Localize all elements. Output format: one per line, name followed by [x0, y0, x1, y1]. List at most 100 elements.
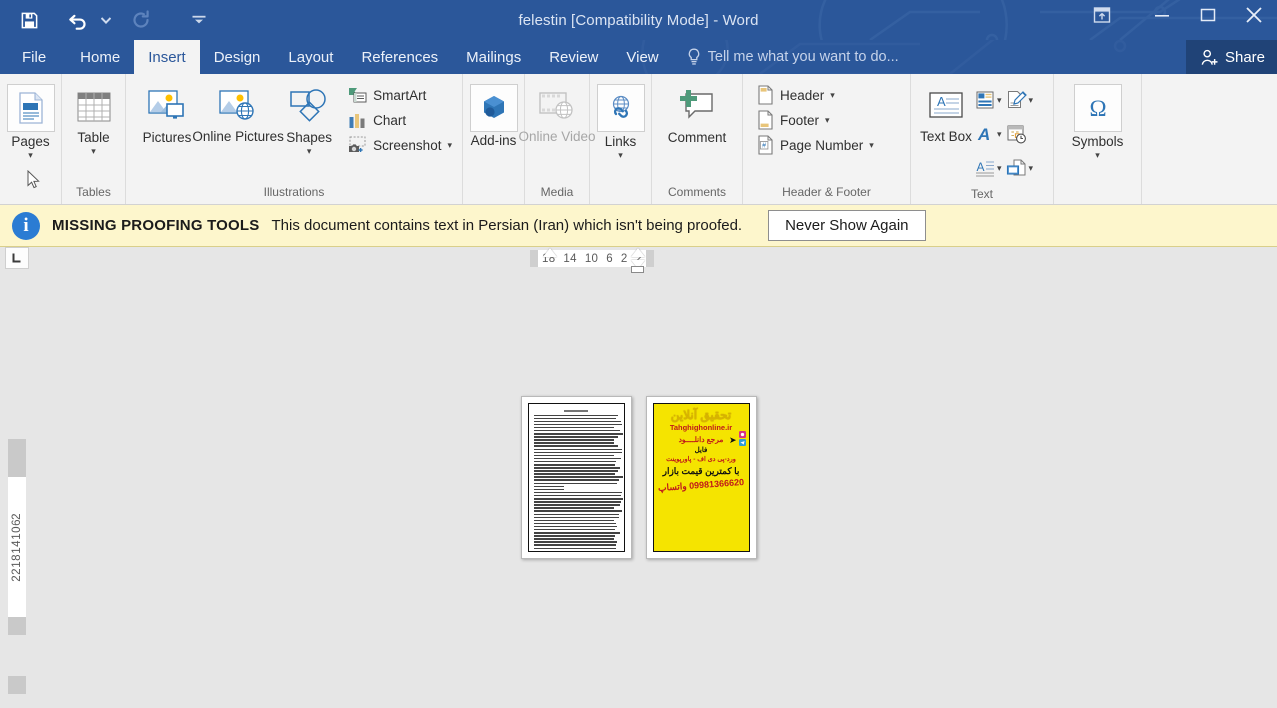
persian-text-block	[529, 404, 624, 552]
drop-cap-caret-icon[interactable]: ▾	[997, 163, 1002, 174]
pages-label: Pages	[11, 134, 49, 149]
object-caret-icon[interactable]: ▾	[1029, 163, 1034, 174]
online-video-button[interactable]: Online Video	[526, 80, 588, 144]
screenshot-button[interactable]: Screenshot ▾	[344, 133, 456, 157]
instagram-icon	[739, 431, 746, 438]
close-button[interactable]	[1231, 0, 1277, 30]
pages-button[interactable]: Pages ▾	[6, 80, 55, 160]
chevron-down-icon	[101, 17, 111, 24]
maximize-icon	[1200, 8, 1216, 22]
share-button[interactable]: Share	[1186, 40, 1277, 74]
tab-mailings[interactable]: Mailings	[452, 40, 535, 74]
redo-button[interactable]	[124, 5, 158, 35]
window-controls	[1079, 0, 1277, 32]
addins-label: Add-ins	[471, 134, 517, 148]
tab-design[interactable]: Design	[200, 40, 275, 74]
tab-insert[interactable]: Insert	[134, 40, 200, 74]
header-caret-icon[interactable]: ▾	[830, 90, 835, 101]
shapes-caret-icon[interactable]: ▾	[307, 146, 312, 156]
links-button[interactable]: Links ▾	[596, 80, 645, 160]
header-button[interactable]: Header ▾	[753, 83, 878, 107]
minimize-button[interactable]	[1139, 0, 1185, 30]
quick-access-toolbar	[12, 0, 216, 40]
shapes-button[interactable]: Shapes ▾	[274, 80, 344, 156]
smartart-button[interactable]: SmartArt	[344, 83, 456, 107]
symbols-caret-icon[interactable]: ▾	[1095, 150, 1100, 160]
text-line	[534, 436, 619, 438]
pictures-label: Pictures	[143, 130, 192, 145]
text-line	[534, 498, 623, 500]
text-line	[534, 551, 616, 552]
notification-message: This document contains text in Persian (…	[271, 217, 742, 234]
ribbon-group-label-header-footer: Header & Footer	[743, 182, 910, 204]
undo-dropdown-button[interactable]	[96, 5, 116, 35]
save-button[interactable]	[12, 5, 46, 35]
ribbon-group-tables: Table ▾ Tables	[62, 74, 126, 204]
footer-button[interactable]: Footer ▾	[753, 108, 878, 132]
ribbon: Pages ▾ Table ▾ Tables Pictures Online P…	[0, 74, 1277, 205]
wordart-caret-icon[interactable]: ▾	[997, 129, 1002, 140]
tab-references[interactable]: References	[347, 40, 452, 74]
never-show-again-button[interactable]: Never Show Again	[768, 210, 925, 241]
tell-me-search[interactable]: Tell me what you want to do...	[687, 40, 899, 74]
quick-parts-caret-icon[interactable]: ▾	[997, 95, 1002, 106]
undo-button[interactable]	[62, 5, 96, 35]
mouse-cursor	[27, 170, 41, 190]
text-line	[534, 486, 565, 488]
ad-line-3: ورد-پی دی اف - پاورپوینت	[666, 455, 736, 463]
text-box-button[interactable]: A Text Box	[917, 80, 975, 144]
vruler-bottom-marker	[8, 676, 26, 694]
smartart-label: SmartArt	[373, 88, 426, 103]
ad-social-icons	[739, 431, 746, 446]
customize-qat-button[interactable]	[182, 5, 216, 35]
table-button[interactable]: Table ▾	[68, 80, 119, 156]
text-line	[534, 427, 614, 429]
page-number-icon: #	[757, 135, 774, 155]
drop-cap-button[interactable]: A ▾	[975, 152, 1002, 184]
text-line	[534, 523, 617, 525]
text-line	[534, 449, 622, 451]
signature-line-caret-icon[interactable]: ▾	[1029, 95, 1034, 106]
svg-text:#: #	[762, 143, 766, 150]
screenshot-caret-icon[interactable]: ▾	[447, 140, 452, 151]
comment-button[interactable]: Comment	[661, 80, 733, 145]
online-pictures-button[interactable]: Online Pictures	[202, 80, 274, 144]
tab-review[interactable]: Review	[535, 40, 612, 74]
object-button[interactable]: ▾	[1006, 152, 1034, 184]
page-number-button[interactable]: # Page Number ▾	[753, 133, 878, 157]
text-line	[534, 415, 619, 417]
svg-text:Ω: Ω	[1089, 96, 1106, 121]
wordart-button[interactable]: A ▾	[975, 118, 1002, 150]
tab-layout[interactable]: Layout	[274, 40, 347, 74]
page-thumbnail-2[interactable]: تحقیق آنلاین Tahghighonline.ir مرجع دانل…	[646, 396, 757, 559]
page-number-caret-icon[interactable]: ▾	[869, 140, 874, 151]
pages-caret-icon[interactable]: ▾	[28, 150, 33, 160]
quick-parts-icon	[975, 90, 995, 110]
screenshot-icon	[348, 136, 367, 154]
symbols-button[interactable]: Ω Symbols ▾	[1062, 80, 1134, 160]
text-line	[534, 433, 623, 435]
signature-line-button[interactable]: ▾	[1006, 84, 1034, 116]
links-label: Links	[605, 134, 637, 149]
links-caret-icon[interactable]: ▾	[618, 150, 623, 160]
quick-parts-button[interactable]: ▾	[975, 84, 1002, 116]
tab-file[interactable]: File	[0, 40, 66, 74]
table-caret-icon[interactable]: ▾	[91, 146, 96, 156]
text-line	[534, 442, 615, 444]
date-time-button[interactable]	[1006, 118, 1034, 150]
ribbon-group-label-media: Media	[525, 182, 589, 204]
lightbulb-icon	[687, 48, 701, 66]
footer-label: Footer	[780, 113, 819, 128]
addins-button[interactable]: Add-ins	[469, 80, 518, 148]
text-icon-grid: ▾ ▾ A ▾ A ▾ ▾	[975, 80, 1033, 184]
ribbon-display-options-button[interactable]	[1079, 0, 1125, 30]
tab-home[interactable]: Home	[66, 40, 134, 74]
redo-icon	[131, 10, 151, 30]
chart-button[interactable]: Chart	[344, 108, 456, 132]
page-thumbnail-1[interactable]	[521, 396, 632, 559]
footer-caret-icon[interactable]: ▾	[825, 115, 830, 126]
tab-view[interactable]: View	[612, 40, 672, 74]
ribbon-group-label-illustrations: Illustrations	[126, 182, 462, 204]
illustrations-small-list: SmartArt Chart Screenshot ▾	[344, 80, 456, 157]
maximize-button[interactable]	[1185, 0, 1231, 30]
